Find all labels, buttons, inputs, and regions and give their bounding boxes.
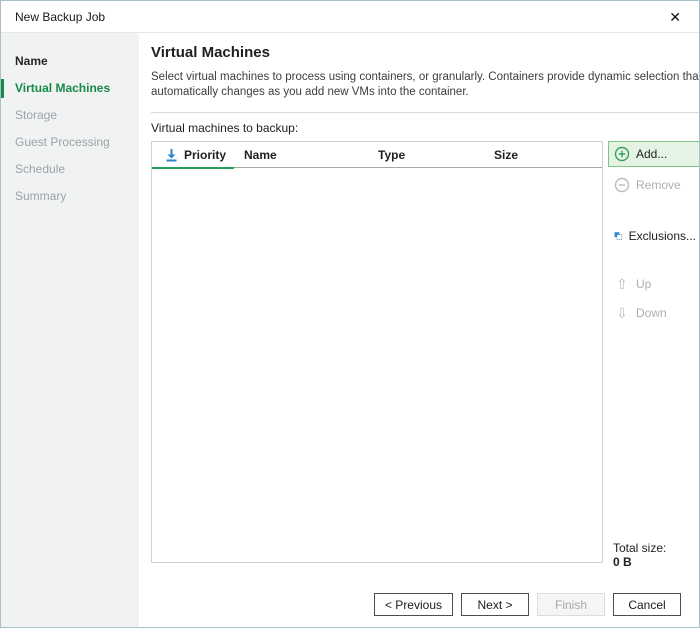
overlapping-squares-icon — [614, 228, 623, 244]
add-button-label: Add... — [636, 147, 667, 161]
sidebar-item-summary[interactable]: Summary — [1, 183, 139, 210]
spacer — [608, 203, 700, 223]
remove-button-label: Remove — [636, 178, 681, 192]
page-title: Virtual Machines — [151, 44, 700, 61]
minus-circle-icon — [614, 177, 630, 193]
down-button-label: Down — [636, 306, 667, 320]
vm-table-header: Priority Name Type Size — [152, 142, 602, 168]
previous-button[interactable]: < Previous — [374, 593, 453, 616]
spacer — [608, 254, 700, 272]
finish-button[interactable]: Finish — [537, 593, 605, 616]
column-header-name[interactable]: Name — [234, 148, 378, 162]
exclusions-button-label: Exclusions... — [629, 229, 696, 243]
remove-button[interactable]: Remove — [608, 172, 700, 198]
up-arrow-icon: ⇧ — [614, 277, 630, 291]
total-size-label: Total size: — [613, 541, 700, 555]
column-header-priority-label: Priority — [184, 148, 226, 162]
total-size: Total size: 0 B — [608, 541, 700, 569]
sidebar-item-storage[interactable]: Storage — [1, 102, 139, 129]
down-button[interactable]: ⇩ Down — [608, 301, 700, 325]
total-size-value: 0 B — [613, 555, 700, 569]
exclusions-button[interactable]: Exclusions... — [608, 223, 700, 249]
priority-down-arrow-icon — [165, 148, 178, 162]
wizard-steps-sidebar: Name Virtual Machines Storage Guest Proc… — [1, 33, 139, 628]
vm-table-body-empty[interactable] — [152, 168, 602, 562]
plus-circle-icon — [614, 146, 630, 162]
down-arrow-icon: ⇩ — [614, 306, 630, 320]
table-label: Virtual machines to backup: — [151, 121, 700, 135]
sidebar-item-schedule[interactable]: Schedule — [1, 156, 139, 183]
sidebar-item-guest-processing[interactable]: Guest Processing — [1, 129, 139, 156]
close-icon[interactable]: ✕ — [665, 8, 685, 26]
up-button-label: Up — [636, 277, 651, 291]
column-header-type[interactable]: Type — [378, 148, 494, 162]
sort-indicator — [152, 167, 234, 169]
column-header-priority[interactable]: Priority — [152, 148, 234, 162]
step-description: Select virtual machines to process using… — [151, 70, 700, 100]
main-panel: Virtual Machines Select virtual machines… — [139, 33, 700, 628]
sidebar-item-virtual-machines[interactable]: Virtual Machines — [1, 75, 139, 102]
titlebar: New Backup Job ✕ — [1, 1, 699, 33]
add-button[interactable]: Add... — [608, 141, 700, 167]
cancel-button[interactable]: Cancel — [613, 593, 681, 616]
next-button[interactable]: Next > — [461, 593, 529, 616]
action-button-column: Add... Remove — [608, 141, 700, 569]
new-backup-job-dialog: New Backup Job ✕ Name Virtual Machines S… — [0, 0, 700, 628]
window-title: New Backup Job — [15, 10, 105, 24]
footer-button-bar: < Previous Next > Finish Cancel — [374, 593, 681, 616]
vm-table: Priority Name Type Size — [151, 141, 603, 563]
sidebar-item-name[interactable]: Name — [1, 48, 139, 75]
up-button[interactable]: ⇧ Up — [608, 272, 700, 296]
separator — [151, 112, 700, 113]
column-header-size[interactable]: Size — [494, 148, 602, 162]
